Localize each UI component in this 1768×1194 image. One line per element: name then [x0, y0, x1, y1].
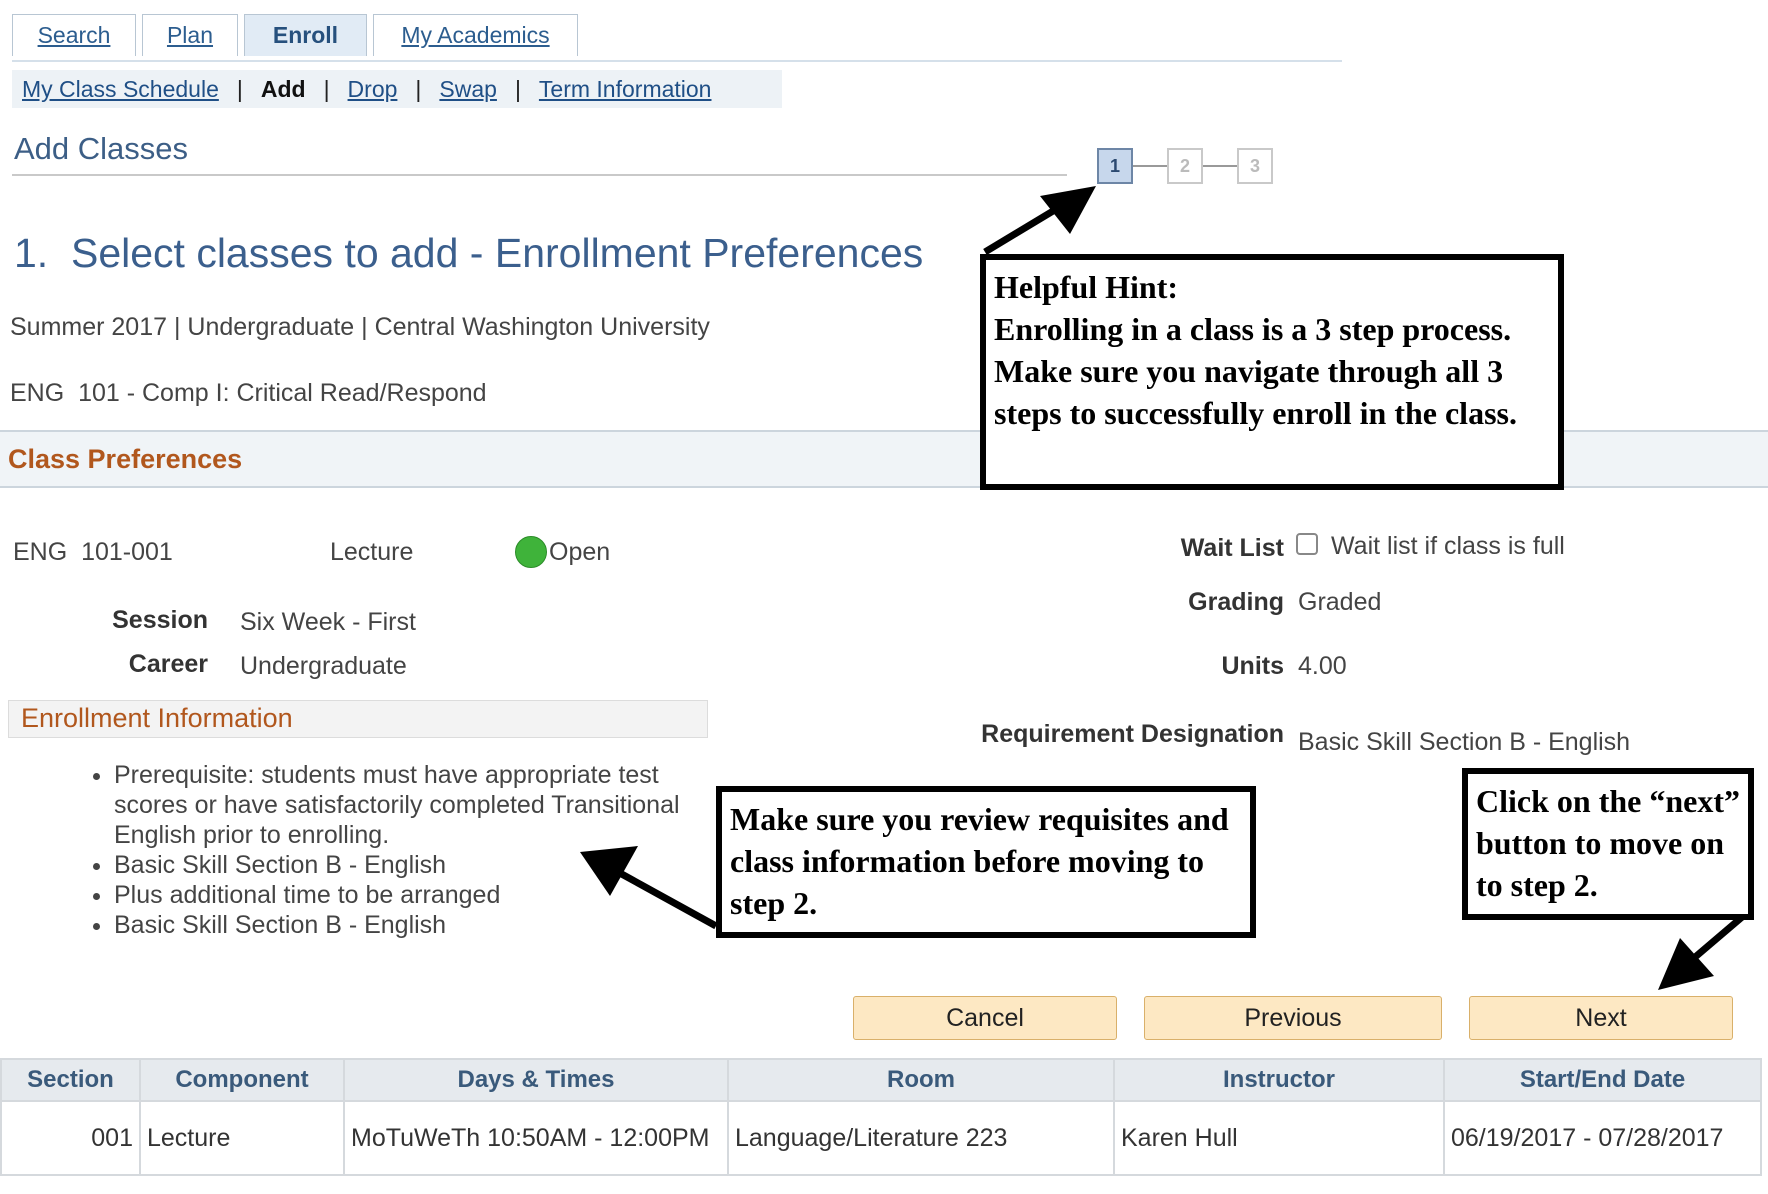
next-button-hint-text: Click on the “next” button to move on to…: [1476, 783, 1740, 903]
helpful-hint-callout: Helpful Hint: Enrolling in a class is a …: [980, 254, 1564, 490]
helpful-hint-title: Helpful Hint:: [994, 269, 1179, 305]
arrow-to-next-button: [1658, 909, 1751, 990]
arrow-to-step-indicator: [983, 186, 1096, 255]
annotation-arrows: [580, 186, 1751, 990]
helpful-hint-body: Enrolling in a class is a 3 step process…: [994, 311, 1517, 431]
review-requisites-callout: Make sure you review requisites and clas…: [716, 786, 1256, 938]
arrow-to-requisites: [580, 846, 718, 930]
next-button-callout: Click on the “next” button to move on to…: [1462, 768, 1754, 920]
review-requisites-text: Make sure you review requisites and clas…: [730, 801, 1229, 921]
